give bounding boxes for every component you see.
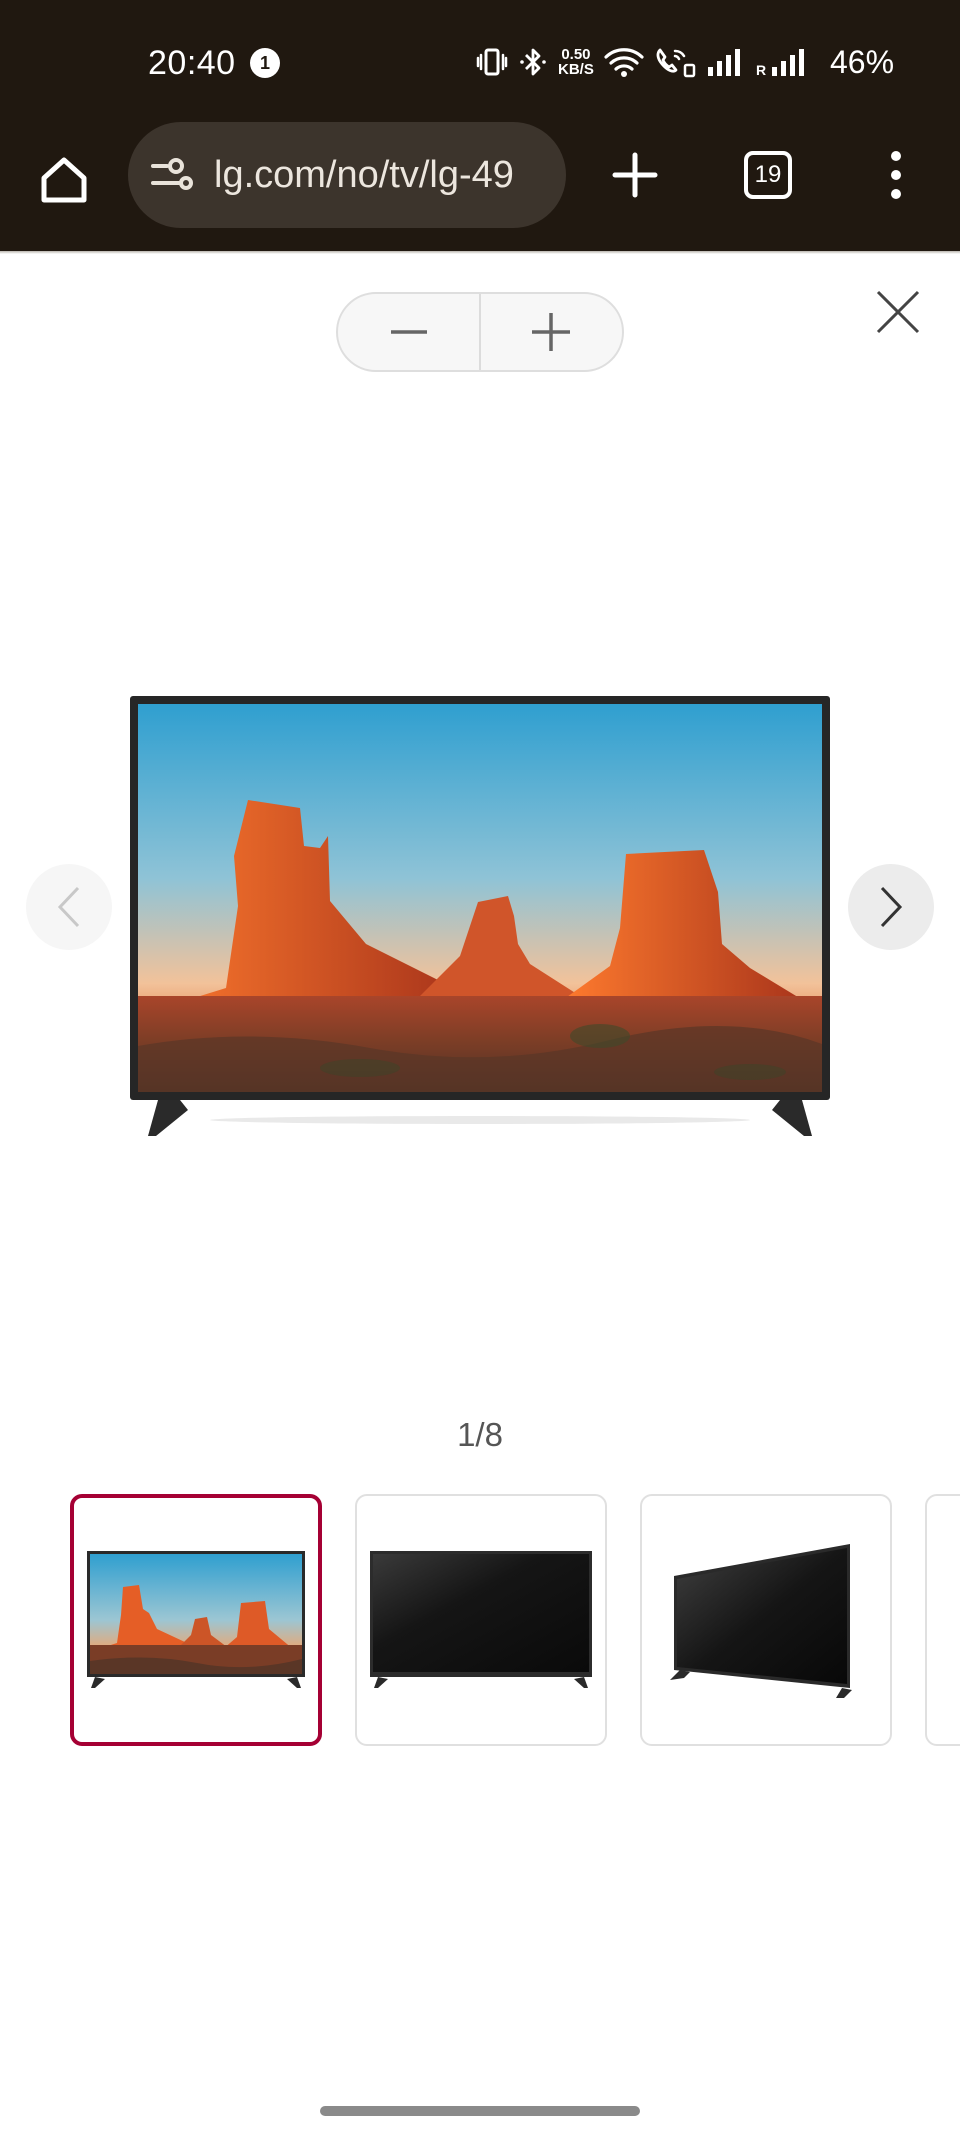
next-image-button[interactable] <box>848 864 934 950</box>
chevron-left-icon <box>57 886 80 928</box>
tv-image <box>130 696 830 1136</box>
network-speed: 0.50 KB/S <box>558 47 594 77</box>
close-icon <box>876 290 920 334</box>
zoom-out-button[interactable] <box>338 294 479 370</box>
zoom-in-button[interactable] <box>481 294 622 370</box>
plus-icon <box>532 313 571 351</box>
chrome-shadow <box>0 251 960 254</box>
zoom-controls <box>336 292 624 372</box>
plus-icon <box>612 152 658 198</box>
notification-badge: 1 <box>250 48 280 78</box>
thumbnail-3[interactable] <box>640 1494 892 1746</box>
product-image <box>130 696 830 1147</box>
status-clock: 20:40 <box>148 44 236 82</box>
more-vert-icon-dot <box>891 189 901 199</box>
gesture-home-indicator[interactable] <box>320 2106 640 2116</box>
more-vert-icon-dot <box>891 151 901 161</box>
previous-image-button[interactable] <box>26 864 112 950</box>
bluetooth-icon <box>520 48 546 76</box>
status-icons: 0.50 KB/S R <box>476 40 816 84</box>
tab-switcher-button[interactable]: 19 <box>744 151 792 199</box>
more-menu-button[interactable] <box>870 140 922 210</box>
minus-icon <box>390 330 427 334</box>
more-vert-icon-dot <box>891 170 901 180</box>
home-icon <box>41 157 87 203</box>
battery-level: 46% <box>830 44 895 80</box>
thumbnail-tv-front <box>370 1551 592 1688</box>
signal-strength-icon <box>707 49 740 76</box>
thumbnail-tv-landscape <box>87 1551 305 1688</box>
wifi-call-icon <box>656 48 696 78</box>
roaming-signal-icon: R <box>756 49 804 77</box>
network-speed-value: 0.50 <box>561 46 591 63</box>
thumbnail-tv-angled <box>670 1544 852 1698</box>
thumbnail-4[interactable] <box>925 1494 960 1746</box>
thumbnail-strip <box>70 1494 960 1746</box>
thumbnail-1[interactable] <box>70 1494 322 1746</box>
address-bar[interactable]: lg.com/no/tv/lg-49 <box>128 122 566 228</box>
home-button[interactable] <box>30 146 98 214</box>
svg-text:R: R <box>756 62 766 77</box>
vibrate-icon <box>476 48 508 76</box>
thumbnail-2[interactable] <box>355 1494 607 1746</box>
network-speed-unit: KB/S <box>558 61 594 78</box>
image-counter: 1/8 <box>457 1416 503 1453</box>
status-bar: 20:40 1 0.50 KB/S R 46% <box>0 0 960 128</box>
new-tab-button[interactable] <box>600 140 670 210</box>
chevron-right-icon <box>880 886 903 928</box>
url-text[interactable]: lg.com/no/tv/lg-49 <box>214 152 554 198</box>
wifi-icon <box>604 48 644 77</box>
close-button[interactable] <box>868 282 928 342</box>
tune-icon[interactable] <box>150 152 194 196</box>
